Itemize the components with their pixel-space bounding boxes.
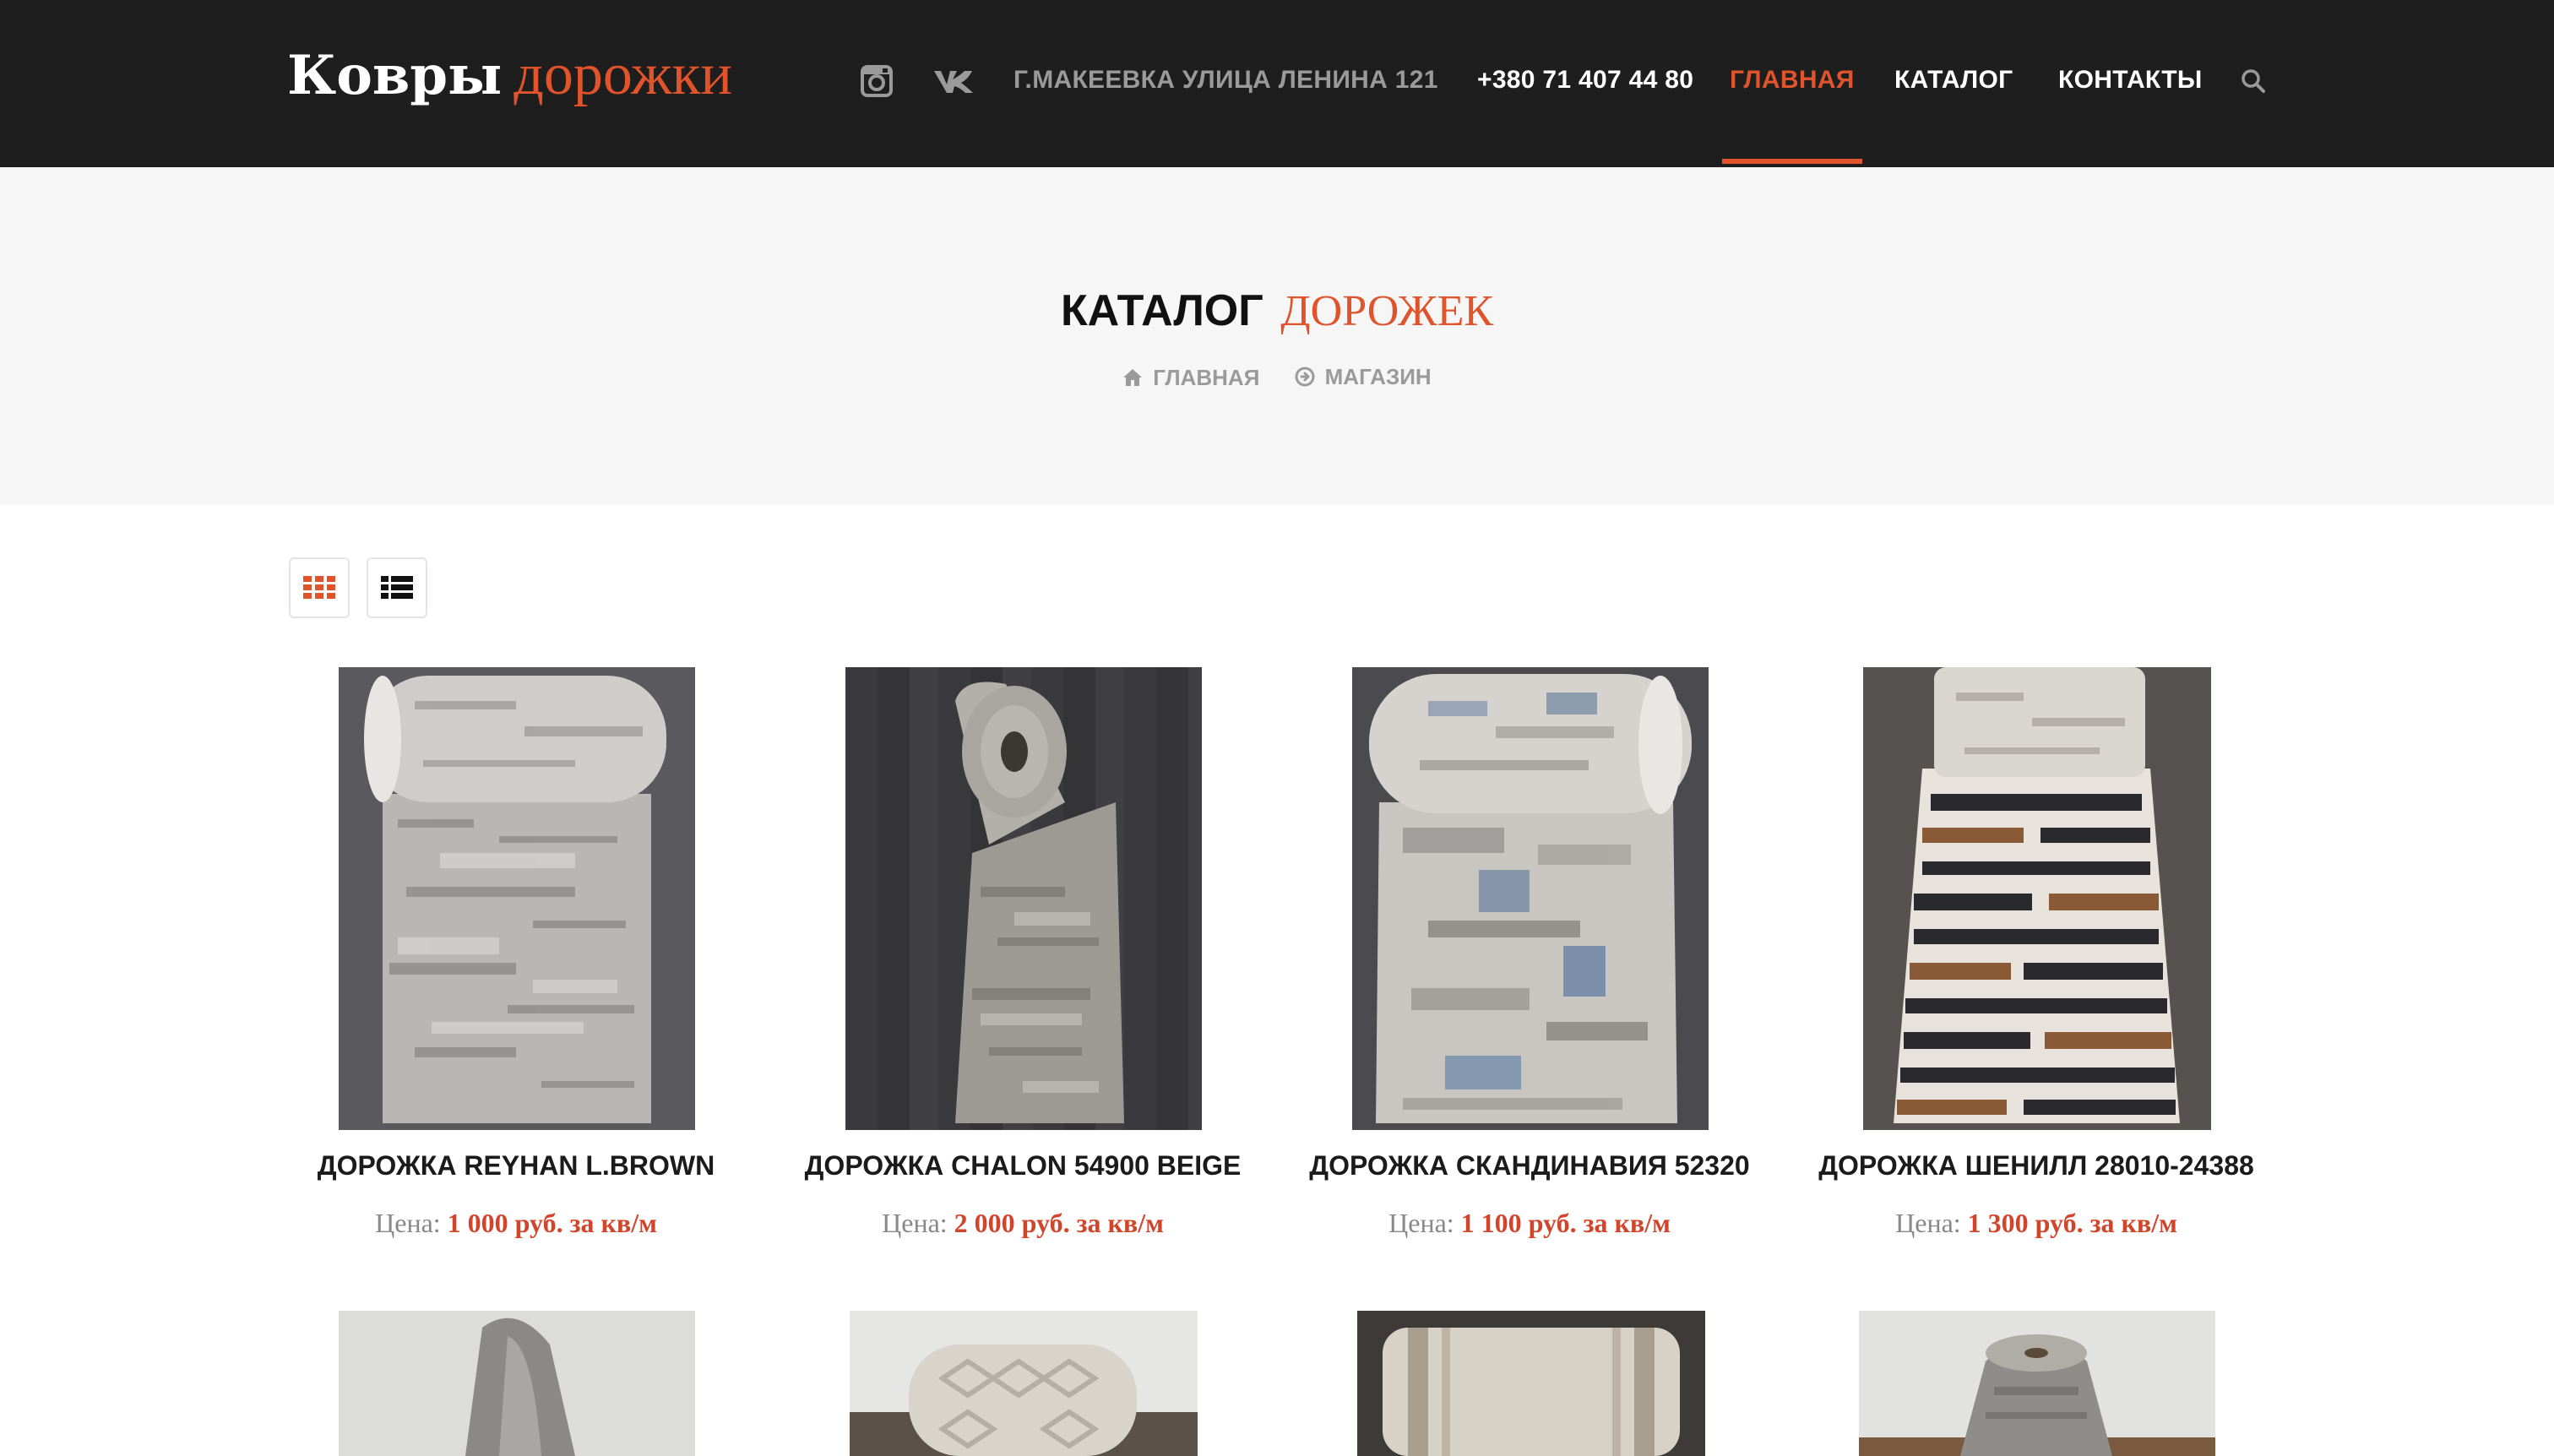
list-view-button[interactable] — [367, 557, 427, 618]
home-icon — [1123, 369, 1143, 386]
phone-number[interactable]: +380 71 407 44 80 — [1477, 59, 1693, 101]
logo-word-1: Ковры — [287, 44, 503, 107]
product-image[interactable] — [339, 1311, 695, 1456]
breadcrumb-shop: МАГАЗИН — [1295, 360, 1432, 394]
page-title: КАТАЛОГ ДОРОЖЕК — [0, 285, 2554, 337]
product-price: Цена: 1 300 руб. за кв/м — [1783, 1206, 2290, 1240]
product-name[interactable]: ДОРОЖКА СКАНДИНАВИЯ 52320 — [1276, 1149, 1783, 1182]
breadcrumb-home-label: ГЛАВНАЯ — [1153, 365, 1260, 390]
site-header: Ковры дорожки Г.МАКЕЕВКА УЛИЦА ЛЕНИНА 121… — [0, 0, 2554, 167]
product-image[interactable] — [1357, 1311, 1705, 1456]
grid-view-icon — [303, 576, 335, 599]
breadcrumb: ГЛАВНАЯ МАГАЗИН — [0, 360, 2554, 396]
store-address: Г.МАКЕЕВКА УЛИЦА ЛЕНИНА 121 — [1013, 66, 1438, 94]
product-name[interactable]: ДОРОЖКА CHALON 54900 BEIGE — [769, 1149, 1276, 1182]
arrow-circle-right-icon — [1295, 367, 1315, 387]
breadcrumb-home[interactable]: ГЛАВНАЯ — [1122, 361, 1259, 394]
page-title-part1: КАТАЛОГ — [1060, 286, 1263, 335]
nav-catalog[interactable]: КАТАЛОГ — [1894, 59, 2013, 101]
product-name[interactable]: ДОРОЖКА ШЕНИЛЛ 28010-24388 — [1783, 1149, 2290, 1182]
price-label: Цена: — [882, 1208, 948, 1238]
product-image[interactable] — [1859, 1311, 2215, 1456]
instagram-icon[interactable] — [858, 62, 895, 100]
active-nav-indicator — [1722, 159, 1862, 164]
search-icon[interactable] — [2235, 62, 2272, 100]
price-label: Цена: — [1388, 1208, 1454, 1238]
product-image[interactable] — [1352, 667, 1709, 1130]
product-name[interactable]: ДОРОЖКА REYHAN L.BROWN — [263, 1149, 769, 1182]
price-label: Цена: — [1895, 1208, 1961, 1238]
nav-home[interactable]: ГЛАВНАЯ — [1730, 59, 1855, 101]
product-price: Цена: 1 100 руб. за кв/м — [1276, 1206, 1783, 1240]
list-view-icon — [381, 576, 413, 599]
product-price: Цена: 1 000 руб. за кв/м — [263, 1206, 769, 1240]
price-value: 1 100 руб. за кв/м — [1460, 1208, 1671, 1238]
page-title-band: КАТАЛОГ ДОРОЖЕК ГЛАВНАЯ МАГАЗИН — [0, 167, 2554, 505]
logo-word-2: дорожки — [514, 42, 732, 107]
product-image[interactable] — [845, 667, 1202, 1130]
product-image[interactable] — [339, 667, 695, 1130]
breadcrumb-shop-label: МАГАЗИН — [1324, 364, 1432, 389]
page-title-part2: ДОРОЖЕК — [1280, 287, 1494, 335]
nav-contacts[interactable]: КОНТАКТЫ — [2058, 59, 2203, 101]
price-label: Цена: — [375, 1208, 441, 1238]
grid-view-button[interactable] — [289, 557, 350, 618]
product-image[interactable] — [850, 1311, 1198, 1456]
product-image[interactable] — [1863, 667, 2211, 1130]
site-logo[interactable]: Ковры дорожки — [287, 37, 732, 113]
price-value: 2 000 руб. за кв/м — [954, 1208, 1164, 1238]
price-value: 1 000 руб. за кв/м — [447, 1208, 657, 1238]
vk-icon[interactable] — [932, 62, 975, 100]
product-price: Цена: 2 000 руб. за кв/м — [769, 1206, 1276, 1240]
price-value: 1 300 руб. за кв/м — [1967, 1208, 2177, 1238]
